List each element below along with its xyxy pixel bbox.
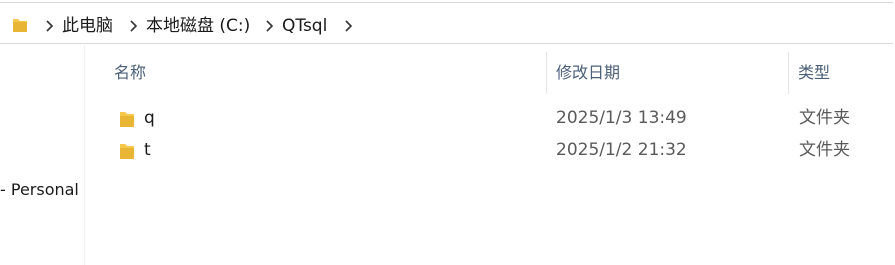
breadcrumb-qtsql[interactable]: QTsql <box>282 15 327 37</box>
address-bar[interactable]: 此电脑 本地磁盘 (C:) QTsql <box>0 2 893 44</box>
file-date: 2025/1/3 13:49 <box>556 108 687 128</box>
column-header-type[interactable]: 类型 <box>798 62 830 84</box>
file-row[interactable]: q 2025/1/3 13:49 文件夹 <box>108 103 895 135</box>
file-type: 文件夹 <box>799 140 850 160</box>
file-name[interactable]: t <box>144 139 151 161</box>
folder-icon <box>120 144 134 159</box>
file-date: 2025/1/2 21:32 <box>556 140 687 160</box>
file-row[interactable]: t 2025/1/2 21:32 文件夹 <box>108 135 895 167</box>
column-divider[interactable] <box>546 52 547 94</box>
chevron-right-icon[interactable] <box>264 20 274 32</box>
breadcrumb-this-pc[interactable]: 此电脑 <box>62 15 113 37</box>
nav-item-personal[interactable]: - Personal <box>0 179 79 201</box>
file-name[interactable]: q <box>144 107 155 129</box>
column-divider[interactable] <box>788 52 789 94</box>
column-header-name[interactable]: 名称 <box>114 62 146 84</box>
breadcrumb-local-disk[interactable]: 本地磁盘 (C:) <box>146 15 250 37</box>
file-type: 文件夹 <box>799 108 850 128</box>
chevron-right-icon[interactable] <box>343 20 353 32</box>
folder-icon <box>120 112 134 127</box>
folder-icon <box>13 19 27 32</box>
navigation-pane: - Personal <box>0 45 85 265</box>
column-header-date[interactable]: 修改日期 <box>556 62 620 84</box>
chevron-right-icon[interactable] <box>128 20 138 32</box>
chevron-right-icon[interactable] <box>44 20 54 32</box>
